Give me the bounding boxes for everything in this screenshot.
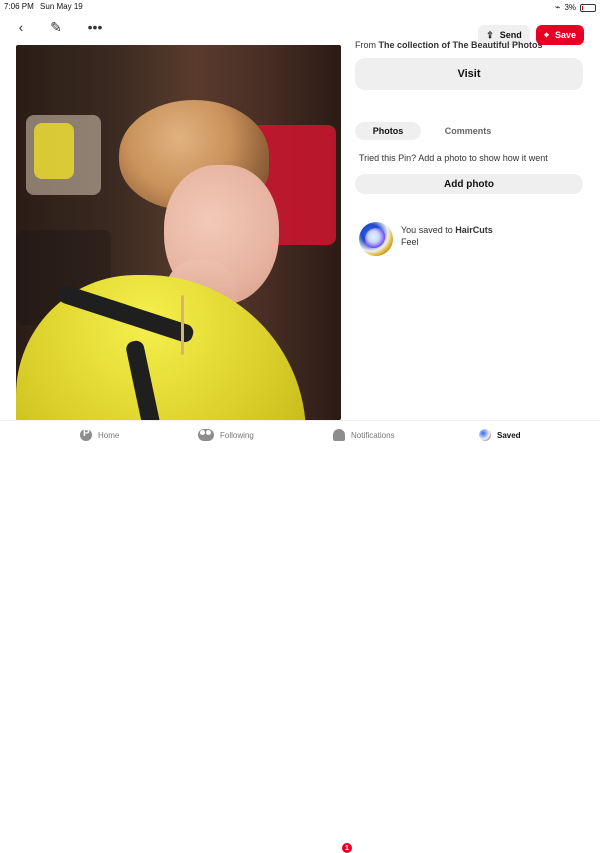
visit-button[interactable]: Visit [355,58,583,90]
nav-notifications[interactable]: Notifications [333,429,395,441]
add-photo-button[interactable]: Add photo [355,174,583,194]
send-icon: ⇪ [486,29,494,40]
pin-icon: ⌖ [543,29,550,40]
send-label: Send [499,30,522,40]
following-icon [198,429,214,441]
edit-icon[interactable]: ✎ [47,18,65,36]
status-date: Sun May 19 [40,2,83,11]
avatar[interactable] [359,222,393,256]
battery-percent: 3% [564,3,576,12]
status-time: 7:06 PM [4,2,34,11]
bottom-nav: Home Following Notifications 1 Saved [0,420,600,853]
saved-board-name[interactable]: HairCuts [455,225,493,235]
notifications-badge: 1 [342,843,352,853]
tab-photos[interactable]: Photos [355,122,421,140]
chain-shape [181,295,184,355]
saved-line-2: Feel [401,237,419,247]
from-source-name[interactable]: The collection of The Beautiful Photos [379,40,543,50]
nav-saved-label: Saved [497,430,521,440]
avatar-mini-icon [479,429,491,441]
status-bar: 7:06 PM Sun May 19 ⌁ 3% [0,0,600,12]
bell-icon [333,429,345,441]
battery-icon [580,3,596,12]
tab-comments[interactable]: Comments [433,122,503,140]
pin-details: From The collection of The Beautiful Pho… [355,40,585,340]
back-icon[interactable]: ‹ [12,18,30,36]
photos-comments-tabs: Photos Comments [355,122,583,142]
nav-following[interactable]: Following [198,429,254,441]
nav-saved[interactable]: Saved [479,429,521,441]
saved-to-board: You saved to HairCuts Feel [359,222,579,262]
nav-following-label: Following [220,430,254,440]
pinterest-icon [80,428,92,441]
bg-yellow-poster [34,123,74,179]
from-source: From The collection of The Beautiful Pho… [355,40,543,50]
tried-prompt: Tried this Pin? Add a photo to show how … [359,153,548,163]
top-toolbar: ‹ ✎ ••• ⇪ Send ⌖ Save [0,12,600,45]
saved-prefix: You saved to [401,225,456,235]
nav-home-label: Home [98,430,120,440]
nav-home[interactable]: Home [80,428,120,441]
save-label: Save [555,30,577,40]
nav-notifications-label: Notifications [351,430,395,440]
from-prefix: From [355,40,376,50]
saved-line-1: You saved to HairCuts [401,225,493,235]
more-icon[interactable]: ••• [86,18,104,36]
pin-image[interactable]: ⤢ [16,45,341,420]
status-time-date: 7:06 PM Sun May 19 [4,2,83,11]
